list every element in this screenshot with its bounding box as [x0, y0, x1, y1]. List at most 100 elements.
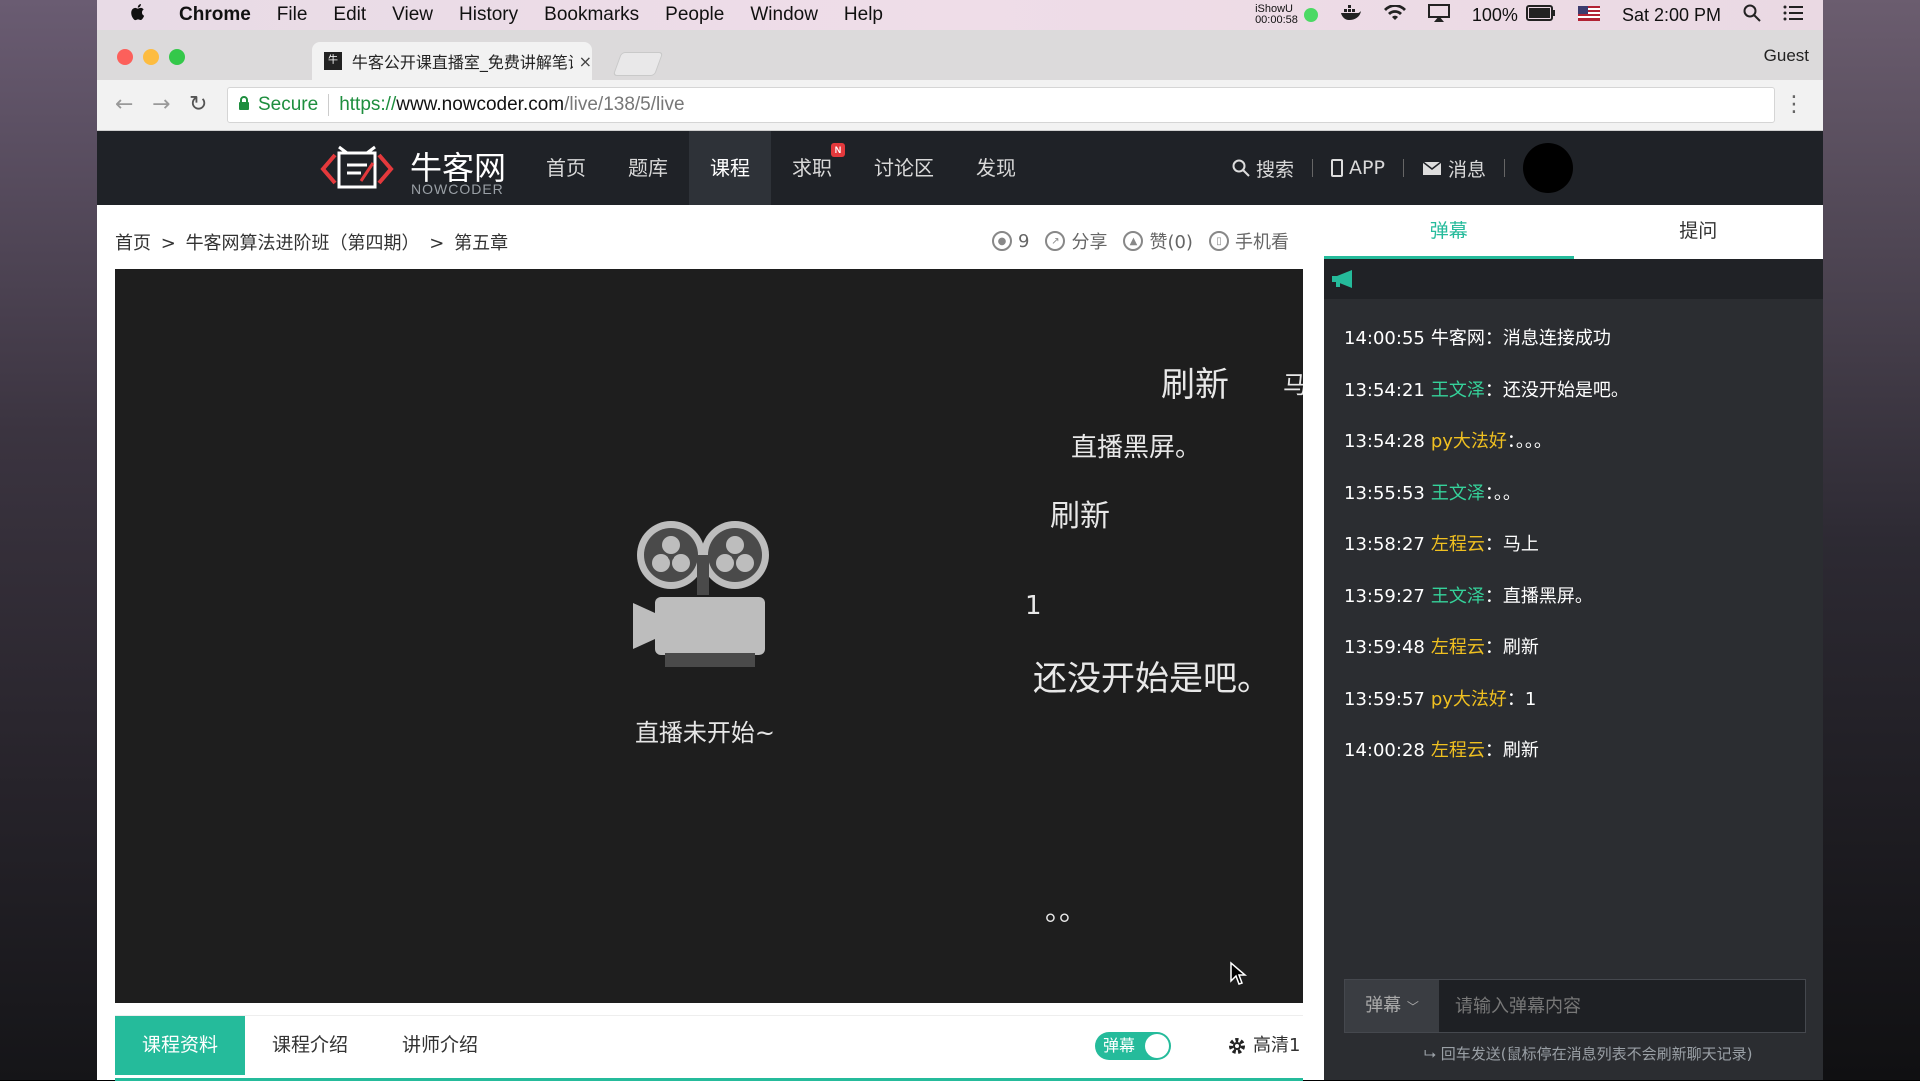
browser-tabstrip: 牛 牛客公开课直播室_免费讲解笔试 × Guest: [97, 30, 1823, 80]
viewer-count: ● 9: [992, 228, 1029, 254]
menu-app-name[interactable]: Chrome: [179, 4, 251, 26]
nav-questions[interactable]: 题库: [607, 131, 689, 205]
share-icon: ↗: [1045, 231, 1066, 251]
window-minimize-button[interactable]: [143, 49, 159, 65]
mac-menubar: Chrome File Edit View History Bookmarks …: [97, 0, 1823, 30]
wifi-icon[interactable]: [1383, 3, 1406, 26]
chat-message: 13:59:57 py大法好：1: [1344, 674, 1814, 726]
nav-courses[interactable]: 课程: [689, 131, 771, 205]
send-hint: ⮡ 回车发送(鼠标停在消息列表不会刷新聊天记录): [1424, 1043, 1753, 1064]
message-text: 刷新: [1502, 637, 1539, 658]
menu-help[interactable]: Help: [844, 4, 883, 26]
reload-icon[interactable]: ↻: [189, 92, 207, 117]
video-player[interactable]: 直播未开始~ 刷新 马 直播黑屏。 刷新 1 还没开始是吧。 。。: [115, 269, 1303, 1003]
search-icon: [1232, 159, 1250, 177]
message-user[interactable]: 牛客网: [1431, 328, 1485, 349]
message-text: 。。: [1493, 482, 1521, 504]
danmaku-toggle[interactable]: 弹幕: [1095, 1032, 1171, 1060]
mouse-cursor-icon: [1230, 961, 1247, 985]
thumbs-up-icon: ▲: [1123, 231, 1144, 251]
message-user[interactable]: py大法好: [1431, 689, 1507, 710]
breadcrumb: 首页 > 牛客网算法进阶班（第四期） > 第五章: [115, 229, 512, 255]
nav-discover[interactable]: 发现: [955, 131, 1037, 205]
danmaku-item: 还没开始是吧。: [1033, 659, 1271, 699]
chat-message: 13:54:28 py大法好：。。。: [1344, 416, 1814, 468]
header-app[interactable]: APP: [1331, 157, 1385, 179]
airplay-icon[interactable]: [1427, 3, 1450, 27]
mobile-watch-button[interactable]: ▯ 手机看: [1208, 228, 1289, 254]
back-arrow-icon[interactable]: ←: [115, 92, 133, 117]
live-actions: ● 9 ↗ 分享 ▲ 赞(0) ▯ 手机看: [992, 228, 1289, 254]
spotlight-search-icon[interactable]: [1743, 4, 1761, 27]
tab-teacher-intro[interactable]: 讲师介绍: [375, 1016, 505, 1075]
danmaku-type-select[interactable]: 弹幕 ﹀: [1345, 980, 1439, 1032]
nav-home[interactable]: 首页: [525, 131, 607, 205]
tab-course-materials[interactable]: 课程资料: [115, 1016, 245, 1075]
share-button[interactable]: ↗ 分享: [1045, 228, 1107, 254]
message-user[interactable]: 王文泽: [1431, 483, 1485, 504]
menu-history[interactable]: History: [459, 4, 518, 26]
menu-view[interactable]: View: [392, 4, 433, 26]
chat-message-list[interactable]: 14:00:55 牛客网：消息连接成功 13:54:21 王文泽：还没开始是吧。 13:…: [1344, 313, 1814, 777]
menubar-clock[interactable]: Sat 2:00 PM: [1622, 5, 1721, 26]
course-tabs-bar: 课程资料 课程介绍 讲师介绍 弹幕 高清1: [115, 1015, 1303, 1081]
desktop-left: [0, 0, 97, 1080]
like-button[interactable]: ▲ 赞(0): [1123, 228, 1193, 254]
message-user[interactable]: py大法好: [1431, 431, 1507, 452]
message-user[interactable]: 王文泽: [1431, 380, 1485, 401]
nowcoder-favicon-icon: 牛: [324, 52, 342, 70]
menu-people[interactable]: People: [665, 4, 724, 26]
address-bar[interactable]: Secure https:// www.nowcoder.com /live/1…: [227, 87, 1775, 123]
browser-toolbar: ← → ↻ Secure https:// www.nowcoder.com /…: [97, 80, 1823, 131]
danmaku-input[interactable]: [1439, 980, 1805, 1032]
message-time: 13:59:27: [1344, 585, 1425, 607]
header-messages-label: 消息: [1447, 158, 1486, 181]
menu-file[interactable]: File: [277, 4, 308, 26]
new-tab-button[interactable]: [612, 52, 664, 76]
send-hint-text: 回车发送(鼠标停在消息列表不会刷新聊天记录): [1440, 1045, 1753, 1063]
address-separator: [328, 94, 330, 116]
breadcrumb-course[interactable]: 牛客网算法进阶班（第四期）: [186, 233, 420, 254]
danmaku-item: 刷新: [1161, 365, 1229, 405]
window-zoom-button[interactable]: [169, 49, 185, 65]
tab-course-intro[interactable]: 课程介绍: [245, 1016, 375, 1075]
tab-close-icon[interactable]: ×: [579, 52, 592, 71]
apple-menu-icon[interactable]: [123, 2, 153, 28]
us-flag-icon[interactable]: [1577, 5, 1600, 26]
battery-icon[interactable]: [1525, 4, 1556, 26]
window-close-button[interactable]: [117, 49, 133, 65]
browser-menu-icon[interactable]: ⋮: [1783, 92, 1805, 117]
browser-tab-active[interactable]: 牛 牛客公开课直播室_免费讲解笔试 ×: [312, 42, 592, 80]
nav-jobs[interactable]: 求职 N: [771, 131, 853, 205]
message-user[interactable]: 左程云: [1431, 534, 1485, 555]
menu-bookmarks[interactable]: Bookmarks: [544, 4, 639, 26]
message-user[interactable]: 王文泽: [1431, 586, 1485, 607]
megaphone-icon: [1332, 270, 1352, 288]
breadcrumb-home[interactable]: 首页: [115, 233, 151, 254]
gear-icon: [1229, 1037, 1245, 1054]
notification-center-icon[interactable]: [1783, 5, 1803, 26]
tab-danmaku[interactable]: 弹幕: [1324, 205, 1574, 259]
docker-icon[interactable]: [1340, 4, 1362, 26]
live-not-started-text: 直播未开始~: [634, 719, 776, 747]
breadcrumb-chapter[interactable]: 第五章: [454, 233, 508, 254]
recorder-status[interactable]: iShowU 00:00:58: [1255, 4, 1298, 26]
nav-discuss[interactable]: 讨论区: [853, 131, 955, 205]
quality-selector[interactable]: 高清1: [1227, 1016, 1300, 1075]
message-user[interactable]: 左程云: [1431, 637, 1485, 658]
viewer-count-value: 9: [1018, 230, 1030, 252]
recorder-time: 00:00:58: [1255, 14, 1298, 26]
guest-profile-label[interactable]: Guest: [1764, 46, 1809, 66]
menu-edit[interactable]: Edit: [333, 4, 366, 26]
nowcoder-logo[interactable]: 牛客网 NOWCODER: [317, 139, 517, 197]
message-user[interactable]: 左程云: [1431, 740, 1485, 761]
danmaku-input-group: 弹幕 ﹀: [1344, 979, 1806, 1033]
menu-window[interactable]: Window: [750, 4, 818, 26]
forward-arrow-icon[interactable]: →: [152, 92, 170, 117]
user-avatar[interactable]: [1522, 143, 1573, 193]
battery-percent[interactable]: 100%: [1472, 5, 1518, 26]
chat-message: 13:59:27 王文泽：直播黑屏。: [1344, 571, 1814, 623]
header-search[interactable]: 搜索: [1232, 155, 1294, 182]
header-messages[interactable]: 消息: [1422, 155, 1486, 182]
tab-questions[interactable]: 提问: [1574, 205, 1824, 259]
